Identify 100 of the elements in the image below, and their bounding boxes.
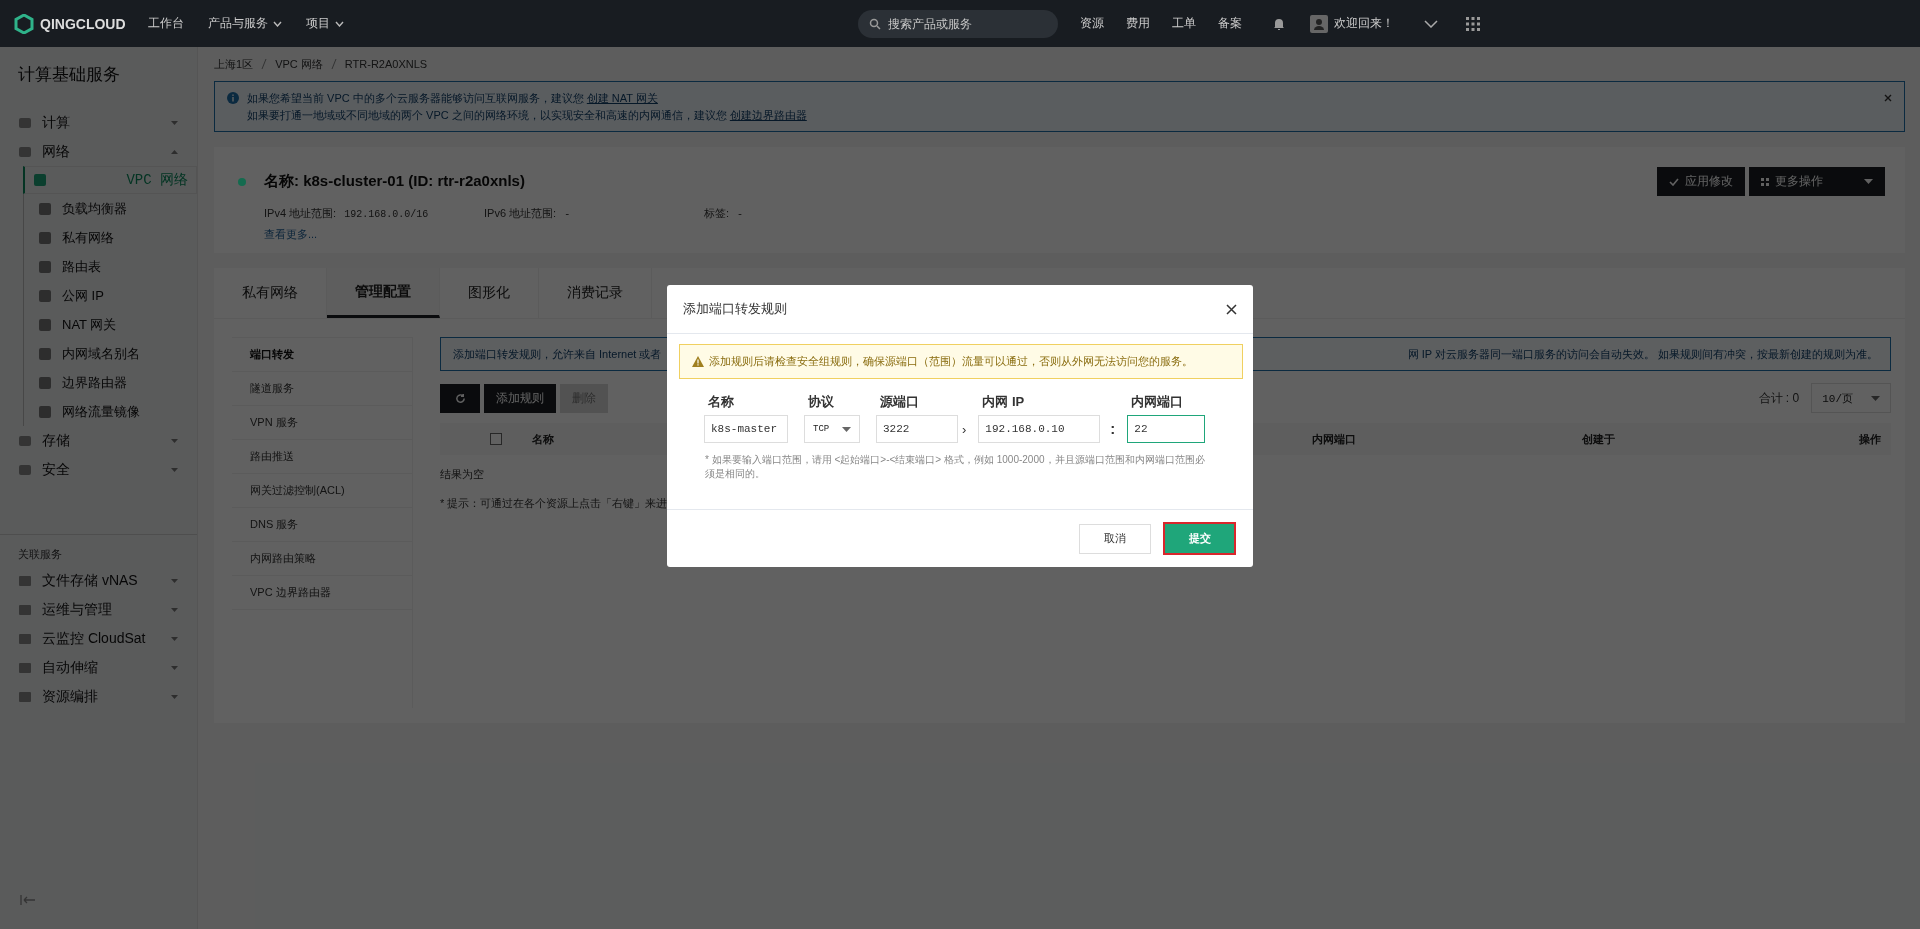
caret-icon: [170, 437, 179, 444]
caret-icon: [170, 148, 179, 155]
sidebar-item[interactable]: 路由表: [24, 252, 197, 281]
service-icon: [38, 201, 52, 216]
caret-icon: [842, 426, 851, 432]
subnav-item[interactable]: DNS 服务: [232, 508, 412, 542]
subnav-item[interactable]: VPC 边界路由器: [232, 576, 412, 610]
chevron-icon: [272, 20, 282, 27]
top-link[interactable]: 费用: [1125, 15, 1150, 32]
service-icon: [38, 230, 52, 245]
sidebar-group[interactable]: 存储: [0, 426, 197, 455]
sidebar-item[interactable]: NAT 网关: [24, 310, 197, 339]
field-label: 内网端口: [1130, 393, 1185, 411]
field-label: 标签:: [704, 207, 730, 219]
subnav-item[interactable]: 网关过滤控制(ACL): [232, 474, 412, 508]
sidebar-group[interactable]: 运维与管理: [0, 595, 197, 624]
column-header: 创建于: [1582, 431, 1616, 447]
breadcrumb-link[interactable]: VPC 网络: [275, 56, 323, 72]
field-label: IPv6 地址范围:: [484, 207, 557, 219]
sidebar-group[interactable]: 自动伸缩: [0, 653, 197, 682]
top-link[interactable]: 工单: [1171, 15, 1196, 32]
warning-icon: [692, 356, 704, 367]
service-icon: [38, 317, 52, 332]
service-icon: [18, 462, 32, 477]
tip-text: * 提示：可通过在各个资源上点击「右键」来进: [440, 496, 668, 511]
caret-icon: [1864, 179, 1873, 184]
tab[interactable]: 消费记录: [539, 268, 652, 318]
logo-text[interactable]: QINGCLOUD: [40, 15, 126, 32]
checkbox[interactable]: [490, 433, 502, 445]
sidebar-group[interactable]: 网络: [0, 137, 197, 166]
submit-button[interactable]: 提交: [1163, 522, 1236, 555]
subnav-item[interactable]: 路由推送: [232, 440, 412, 474]
info-icon: [227, 92, 239, 104]
subnav-item[interactable]: 端口转发: [232, 338, 412, 372]
sidebar-item[interactable]: 内网域名别名: [24, 339, 197, 368]
separator-text: ›: [962, 422, 967, 437]
refresh-button[interactable]: [440, 383, 480, 413]
input-field[interactable]: 22: [1127, 415, 1206, 443]
caret-icon[interactable]: [1423, 19, 1438, 28]
page-size-select[interactable]: 10/页: [1811, 383, 1891, 413]
sidebar-item[interactable]: 负载均衡器: [24, 194, 197, 223]
nav-link[interactable]: 工作台: [147, 15, 184, 32]
sidebar-item[interactable]: 私有网络: [24, 223, 197, 252]
refresh-icon: [454, 392, 466, 404]
hint-text: * 如果要输入端口范围，请用 <起始端口>-<结束端口> 格式，例如 1000-2000，并且源端口范围和内网端口范围必须是相同的。: [705, 453, 1206, 481]
protocol-select[interactable]: TCP: [804, 415, 860, 443]
subnav-item[interactable]: VPN 服务: [232, 406, 412, 440]
breadcrumb-link[interactable]: RTR-R2A0XNLS: [344, 58, 428, 70]
grid-icon: [1761, 177, 1769, 186]
sidebar-item[interactable]: 公网 IP: [24, 281, 197, 310]
sidebar-group[interactable]: 资源编排: [0, 682, 197, 711]
tab[interactable]: 图形化: [440, 268, 539, 318]
apps-grid-icon[interactable]: [1465, 16, 1480, 31]
service-icon: [18, 631, 32, 646]
collapse-icon[interactable]: [20, 895, 36, 905]
service-icon: [38, 375, 52, 390]
service-icon: [18, 144, 32, 159]
nav-link[interactable]: 产品与服务: [207, 15, 282, 32]
notice-link[interactable]: 创建边界路由器: [729, 109, 807, 121]
subnav-item[interactable]: 隧道服务: [232, 372, 412, 406]
tab[interactable]: 管理配置: [327, 268, 440, 318]
subnav-item[interactable]: 内网路由策略: [232, 542, 412, 576]
sidebar-group[interactable]: 安全: [0, 455, 197, 484]
more-actions-button[interactable]: 更多操作: [1749, 167, 1885, 196]
more-link[interactable]: 查看更多...: [264, 227, 1885, 242]
sidebar-item[interactable]: VPC 网络: [23, 166, 197, 194]
sidebar-group[interactable]: 云监控 CloudSat: [0, 624, 197, 653]
field-value: -: [737, 209, 744, 220]
sidebar-item[interactable]: 边界路由器: [24, 368, 197, 397]
caret-icon: [170, 577, 179, 584]
sidebar-group[interactable]: 计算: [0, 108, 197, 137]
check-icon: [1669, 177, 1679, 186]
slash-icon: [261, 58, 268, 70]
caret-icon: [170, 119, 179, 126]
nav-link[interactable]: 项目: [305, 15, 344, 32]
sidebar-group[interactable]: 文件存储 vNAS: [0, 566, 197, 595]
top-link[interactable]: 资源: [1079, 15, 1104, 32]
avatar-icon[interactable]: [1309, 14, 1328, 33]
field-label: IPv4 地址范围:: [264, 207, 337, 219]
field-label: 协议: [807, 393, 835, 411]
greeting-text: 欢迎回来！: [1333, 15, 1394, 32]
slash-icon: [330, 58, 337, 70]
top-link[interactable]: 备案: [1217, 15, 1242, 32]
input-field[interactable]: k8s-master: [704, 415, 788, 443]
breadcrumb-link[interactable]: 上海1区: [214, 56, 254, 72]
apply-button[interactable]: 应用修改: [1657, 167, 1745, 196]
field-label: 名称: [707, 393, 735, 411]
service-icon: [33, 173, 47, 187]
notice-link[interactable]: 创建 NAT 网关: [586, 92, 658, 104]
input-field[interactable]: 3222: [876, 415, 958, 443]
sidebar-item[interactable]: 网络流量镜像: [24, 397, 197, 426]
input-field[interactable]: 192.168.0.10: [978, 415, 1101, 443]
resource-name: 名称: k8s-cluster-01 (ID: rtr-r2a0xnls): [264, 172, 525, 191]
cancel-button[interactable]: 取消: [1079, 523, 1151, 554]
close-icon[interactable]: [1226, 303, 1237, 315]
caret-icon: [170, 606, 179, 613]
logo-icon: [14, 13, 34, 34]
caret-icon: [170, 466, 179, 473]
search-field[interactable]: 搜索产品或服务: [857, 9, 1058, 38]
toolbar-button[interactable]: 添加规则: [484, 383, 556, 413]
